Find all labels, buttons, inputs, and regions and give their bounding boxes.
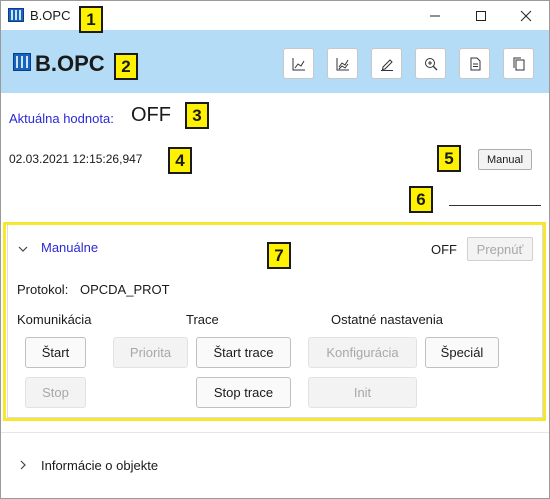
timestamp: 02.03.2021 12:15:26,947 xyxy=(9,152,143,166)
callout-2: 2 xyxy=(114,53,138,80)
logo-text: B.OPC xyxy=(35,51,105,76)
zoom-button[interactable] xyxy=(415,48,446,79)
document-icon xyxy=(470,57,480,70)
edit-icon xyxy=(380,58,393,71)
maximize-button[interactable] xyxy=(458,1,504,30)
chart-button[interactable] xyxy=(283,48,314,79)
edit-button[interactable] xyxy=(371,48,402,79)
copy-button[interactable] xyxy=(503,48,534,79)
callout-4: 4 xyxy=(168,147,192,174)
current-value-label: Aktuálna hodnota: xyxy=(9,111,114,126)
close-icon xyxy=(520,10,532,21)
maximize-icon xyxy=(476,10,486,21)
callout-6: 6 xyxy=(409,186,433,213)
document-button[interactable] xyxy=(459,48,490,79)
multi-line-chart-icon xyxy=(336,57,349,70)
callout-7: 7 xyxy=(267,242,291,269)
manual-button[interactable]: Manual xyxy=(478,149,532,170)
callout-5: 5 xyxy=(437,145,461,172)
callout-1: 1 xyxy=(79,6,103,33)
minimize-icon xyxy=(430,15,440,16)
divider-line xyxy=(449,205,541,206)
current-value: OFF xyxy=(131,104,171,126)
window-title: B.OPC xyxy=(30,8,71,23)
zoom-icon xyxy=(424,57,437,70)
logo-icon xyxy=(13,53,31,71)
info-expander-header[interactable]: Informácie o objekte xyxy=(41,458,158,473)
chevron-right-icon[interactable] xyxy=(18,459,28,473)
copy-icon xyxy=(513,57,524,70)
minimize-button[interactable] xyxy=(412,1,458,30)
multi-chart-button[interactable] xyxy=(327,48,358,79)
line-chart-icon xyxy=(292,57,305,70)
app-icon xyxy=(8,8,24,22)
callout-3: 3 xyxy=(185,102,209,129)
close-button[interactable] xyxy=(503,1,549,30)
